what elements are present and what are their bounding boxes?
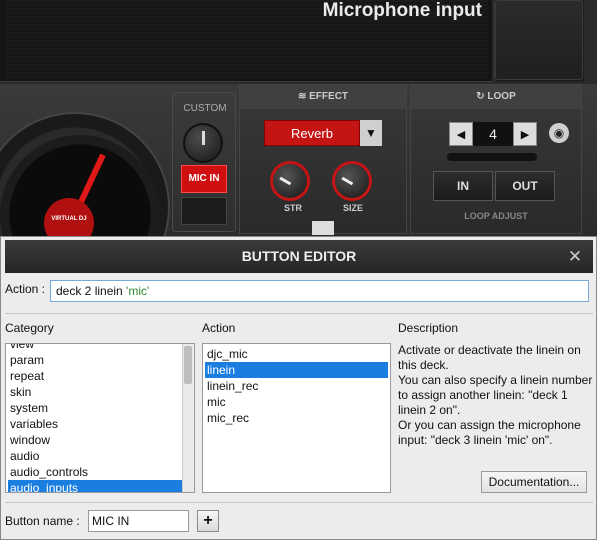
loop-decrease-button[interactable]: ◀ [449, 122, 473, 146]
loop-in-button[interactable]: IN [433, 171, 493, 201]
effect-knob-size[interactable] [332, 161, 372, 201]
action-item[interactable]: linein_rec [205, 378, 388, 394]
category-item[interactable]: audio_inputs [8, 480, 182, 492]
documentation-button[interactable]: Documentation... [481, 471, 587, 493]
custom-panel: CUSTOM MIC IN [172, 92, 236, 232]
description-line: Activate or deactivate the linein on thi… [398, 343, 581, 372]
action-input-text: deck 2 linein [56, 284, 127, 298]
close-icon[interactable]: ✕ [565, 240, 585, 273]
loop-header-label: LOOP [487, 91, 516, 102]
effect-knob-str-label: STR [284, 203, 302, 213]
category-item[interactable]: repeat [8, 368, 182, 384]
category-item[interactable]: view [8, 344, 182, 352]
action-input[interactable]: deck 2 linein 'mic' [50, 280, 589, 302]
description-line: You can also specify a linein number to … [398, 373, 593, 417]
custom-label: CUSTOM [183, 103, 227, 114]
dialog-header: BUTTON EDITOR ✕ [5, 240, 593, 273]
divider [5, 313, 593, 314]
action-label: Action : [5, 282, 46, 296]
loop-adjust-label: LOOP ADJUST [464, 211, 528, 221]
effect-knob-str[interactable] [270, 161, 310, 201]
category-item[interactable]: window [8, 432, 182, 448]
action-header: Action [202, 321, 236, 335]
effect-panel: ≋ EFFECT Reverb ▼ STR SIZE [239, 84, 407, 235]
button-editor-dialog: BUTTON EDITOR ✕ Action : deck 2 linein '… [0, 236, 597, 540]
effect-header-label: EFFECT [309, 91, 349, 102]
action-item[interactable]: mic_rec [205, 410, 388, 426]
dialog-title: BUTTON EDITOR [241, 248, 357, 264]
category-item[interactable]: system [8, 400, 182, 416]
category-scrollbar-thumb[interactable] [184, 346, 192, 384]
top-right-panel [494, 0, 584, 82]
loop-increase-button[interactable]: ▶ [513, 122, 537, 146]
deck-display: Microphone input [0, 0, 492, 82]
custom-knob[interactable] [183, 123, 223, 163]
top-right-button[interactable] [495, 0, 583, 80]
loop-header: ↻ LOOP [411, 85, 581, 109]
button-name-input[interactable] [88, 510, 189, 532]
button-name-label: Button name : [5, 514, 80, 528]
category-scrollbar[interactable] [182, 344, 194, 492]
action-input-quoted: 'mic' [126, 284, 150, 298]
category-header: Category [5, 321, 54, 335]
loop-settings-icon[interactable]: ◉ [549, 123, 569, 143]
loop-arrows-icon: ↻ [476, 91, 488, 102]
description-line: Or you can assign the microphone input: … [398, 418, 581, 447]
effect-header: ≋ EFFECT [240, 85, 406, 109]
category-item[interactable]: audio_controls [8, 464, 182, 480]
action-item[interactable]: djc_mic [205, 346, 388, 362]
custom-button-2[interactable] [181, 197, 227, 225]
action-item[interactable]: linein [205, 362, 388, 378]
chevron-down-icon[interactable]: ▼ [360, 120, 382, 146]
category-list[interactable]: view param repeat skin system variables window… [5, 343, 195, 493]
category-item[interactable]: param [8, 352, 182, 368]
effect-small-button[interactable] [312, 221, 334, 235]
loop-out-button[interactable]: OUT [495, 171, 555, 201]
plus-icon[interactable]: + [197, 510, 219, 532]
description-text: Activate or deactivate the linein on thi… [398, 343, 594, 448]
effect-select[interactable]: Reverb [264, 120, 360, 146]
platter-logo-text: VIRTUAL DJ [51, 216, 87, 222]
category-item[interactable]: audio [8, 448, 182, 464]
display-title: Microphone input [322, 0, 482, 21]
category-item[interactable]: variables [8, 416, 182, 432]
divider [5, 502, 593, 503]
effect-knob-size-label: SIZE [343, 203, 364, 213]
loop-panel: ↻ LOOP ◀ 4 ▶ ◉ IN OUT LOOP ADJUST [410, 84, 582, 234]
loop-count: 4 [473, 122, 513, 146]
description-header: Description [398, 321, 459, 335]
waveform-icon: ≋ [297, 91, 310, 102]
action-list[interactable]: djc_mic linein linein_rec mic mic_rec [202, 343, 391, 493]
action-item[interactable]: mic [205, 394, 388, 410]
loop-bar [447, 153, 537, 161]
mic-in-button[interactable]: MIC IN [181, 165, 227, 193]
category-item[interactable]: skin [8, 384, 182, 400]
